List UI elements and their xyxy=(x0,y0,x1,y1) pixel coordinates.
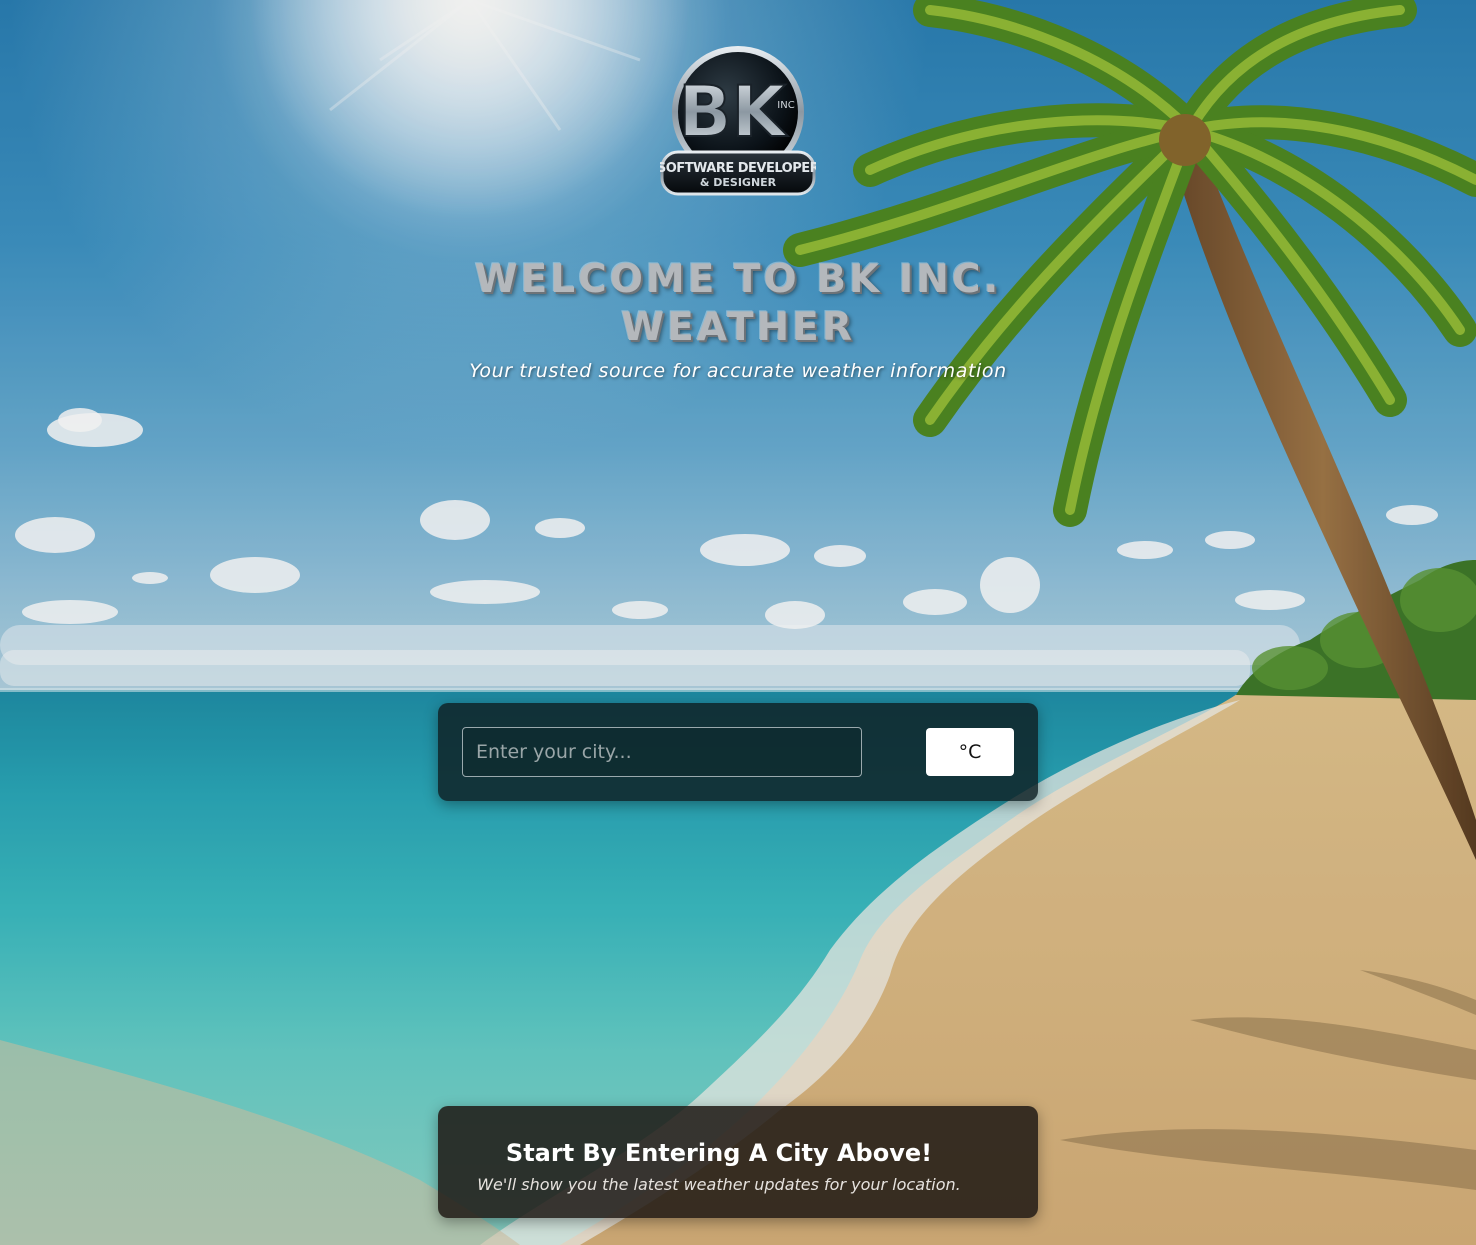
temperature-unit-toggle-button[interactable]: °C xyxy=(926,728,1014,776)
page-title: WELCOME TO BK INC. WEATHER xyxy=(474,257,1002,350)
city-search-input[interactable] xyxy=(462,727,862,777)
logo-monogram: BK xyxy=(678,71,788,153)
logo-tagline-line1: SOFTWARE DEVELOPER xyxy=(660,161,816,176)
weather-app-page: BK INC SOFTWARE DEVELOPER & DESIGNER WEL… xyxy=(0,0,1476,1245)
logo-tagline-line2: & DESIGNER xyxy=(700,176,777,189)
search-panel: °C xyxy=(438,703,1038,801)
info-panel: Start By Entering A City Above! We'll sh… xyxy=(438,1106,1038,1218)
info-text: We'll show you the latest weather update… xyxy=(477,1175,961,1194)
logo-inc-mark: INC xyxy=(777,100,794,111)
bk-inc-logo: BK INC SOFTWARE DEVELOPER & DESIGNER xyxy=(660,46,816,196)
page-subtitle: Your trusted source for accurate weather… xyxy=(469,360,1007,382)
info-heading: Start By Entering A City Above! xyxy=(505,1139,933,1167)
